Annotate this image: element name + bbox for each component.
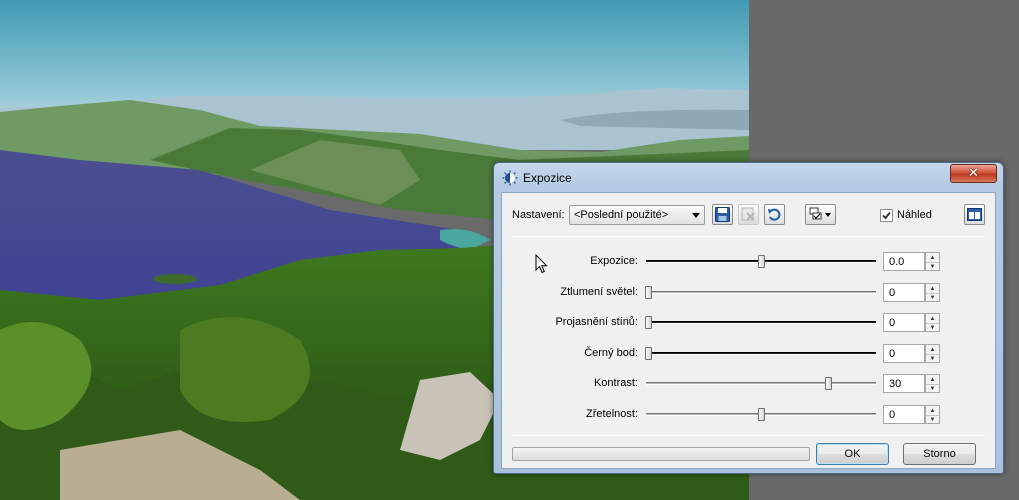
preview-label[interactable]: Náhled	[897, 209, 932, 221]
value-input[interactable]: 30	[883, 374, 925, 393]
progress-bar	[512, 447, 810, 461]
checkmark-icon	[882, 211, 891, 220]
slider-row-clarity: Zřetelnost: 0 ▲ ▼	[502, 404, 995, 426]
layout-toggle-button[interactable]	[964, 204, 985, 225]
spin-up-icon: ▲	[929, 254, 936, 261]
spin-down-icon: ▼	[926, 293, 939, 302]
spin-buttons[interactable]: ▲ ▼	[925, 313, 940, 332]
save-preset-button[interactable]	[712, 204, 733, 225]
spin-up-icon: ▲	[929, 407, 936, 414]
delete-preset-icon	[741, 207, 755, 221]
reset-icon	[768, 208, 781, 221]
slider-row-shadows: Projasnění stínů: 0 ▲ ▼	[502, 312, 995, 334]
slider-thumb[interactable]	[645, 347, 652, 360]
slider-label: Zřetelnost:	[586, 408, 638, 420]
spin-buttons[interactable]: ▲ ▼	[925, 374, 940, 393]
options-checklist-icon	[809, 207, 831, 220]
spin-down-icon: ▼	[926, 323, 939, 332]
slider-label: Černý bod:	[584, 347, 638, 359]
spin-down-icon: ▼	[926, 384, 939, 393]
toolbar-divider	[512, 236, 985, 237]
slider-label: Expozice:	[590, 255, 638, 267]
slider-thumb[interactable]	[825, 377, 832, 390]
spin-down-icon: ▼	[926, 262, 939, 271]
chevron-down-icon	[692, 213, 700, 218]
value-input[interactable]: 0	[883, 313, 925, 332]
spin-down-icon: ▼	[926, 415, 939, 424]
value-input[interactable]: 0.0	[883, 252, 925, 271]
slider-row-exposure: Expozice: 0.0 ▲ ▼	[502, 251, 995, 273]
preset-value: <Poslední použité>	[574, 209, 669, 221]
slider-row-contrast: Kontrast: 30 ▲ ▼	[502, 373, 995, 395]
slider-track[interactable]	[646, 382, 876, 385]
title-bar[interactable]: Expozice ✕	[494, 163, 1003, 191]
slider-thumb[interactable]	[645, 316, 652, 329]
slider-track[interactable]	[646, 321, 876, 324]
spin-up-icon: ▲	[929, 376, 936, 383]
slider-thumb[interactable]	[758, 408, 765, 421]
save-icon	[715, 207, 730, 222]
cancel-button[interactable]: Storno	[903, 443, 976, 465]
mouse-cursor-icon	[535, 253, 549, 277]
spin-up-icon: ▲	[929, 285, 936, 292]
exposure-app-icon	[502, 170, 518, 186]
slider-label: Ztlumení světel:	[560, 286, 638, 298]
reset-button[interactable]	[764, 204, 785, 225]
slider-label: Kontrast:	[593, 377, 638, 389]
value-input[interactable]: 0	[883, 405, 925, 424]
preset-label: Nastavení:	[512, 209, 565, 221]
slider-thumb[interactable]	[645, 286, 652, 299]
spin-buttons[interactable]: ▲ ▼	[925, 405, 940, 424]
slider-track[interactable]	[646, 352, 876, 355]
close-button[interactable]: ✕	[950, 164, 997, 183]
dialog-title: Expozice	[523, 171, 572, 185]
cancel-label: Storno	[923, 448, 956, 460]
value-input[interactable]: 0	[883, 344, 925, 363]
spin-buttons[interactable]: ▲ ▼	[925, 283, 940, 302]
footer-divider	[512, 435, 985, 436]
ok-button[interactable]: OK	[816, 443, 889, 465]
spin-buttons[interactable]: ▲ ▼	[925, 344, 940, 363]
delete-preset-button[interactable]	[738, 204, 759, 225]
slider-row-black-point: Černý bod: 0 ▲ ▼	[502, 343, 995, 365]
slider-label: Projasnění stínů:	[555, 316, 638, 328]
ok-label: OK	[844, 448, 861, 460]
spin-buttons[interactable]: ▲ ▼	[925, 252, 940, 271]
preset-dropdown[interactable]: <Poslední použité>	[569, 205, 705, 225]
dialog-body: Nastavení: <Poslední použité> Náhled Exp…	[501, 192, 996, 469]
options-menu-button[interactable]	[805, 204, 836, 225]
exposure-dialog: Expozice ✕ Nastavení: <Poslední použité>	[493, 162, 1004, 474]
preview-checkbox[interactable]	[880, 209, 893, 222]
spin-down-icon: ▼	[926, 354, 939, 363]
value-input[interactable]: 0	[883, 283, 925, 302]
slider-row-highlights: Ztlumení světel: 0 ▲ ▼	[502, 282, 995, 304]
layout-icon	[967, 208, 982, 221]
slider-track[interactable]	[646, 291, 876, 294]
close-icon: ✕	[968, 166, 979, 181]
spin-up-icon: ▲	[929, 346, 936, 353]
spin-up-icon: ▲	[929, 315, 936, 322]
slider-thumb[interactable]	[758, 255, 765, 268]
